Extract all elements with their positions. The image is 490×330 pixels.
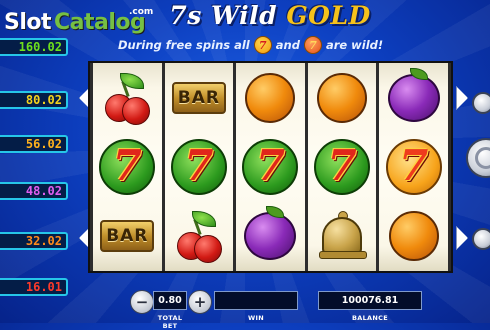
green-seven-symbol: 7	[98, 138, 156, 196]
balance-label: BALANCE	[352, 314, 388, 322]
reel-5: 7	[379, 63, 448, 271]
reel-3: 7	[236, 63, 305, 271]
orange-symbol	[241, 69, 299, 127]
total-bet-label: TOTAL BET	[157, 314, 183, 330]
payline-value-text: 80.02	[25, 93, 62, 107]
menu-button[interactable]	[472, 228, 490, 250]
payline-value: 160.02	[0, 38, 68, 56]
total-bet-value: 0.80	[153, 291, 187, 310]
cherry-symbol	[170, 207, 228, 265]
plum-symbol	[385, 67, 443, 127]
game-title-gold: GOLD	[286, 1, 371, 30]
plum-symbol	[241, 206, 299, 265]
balance-value: 100076.81	[318, 291, 422, 310]
game-title-main: 7s Wild	[169, 1, 278, 30]
free-spins-note: During free spins all 7 and 7 are wild!	[118, 36, 430, 54]
green-seven-symbol: 7	[241, 138, 299, 196]
payline-value: 56.02	[0, 135, 68, 153]
payline-value-text: 48.02	[25, 184, 62, 198]
orange-symbol	[313, 69, 371, 127]
watermark-com-text: .com	[129, 7, 154, 17]
reels-area: 7 BAR BAR 7 7 7 7	[88, 61, 453, 273]
spin-icon	[475, 147, 490, 169]
cherry-symbol	[98, 69, 156, 127]
orange-symbol	[385, 207, 443, 265]
reel-1: 7 BAR	[93, 63, 162, 271]
bell-symbol	[313, 207, 371, 265]
control-bar: − 0.80 + TOTAL BET WIN 100076.81 BALANCE	[0, 284, 490, 330]
autoplay-button[interactable]	[472, 92, 490, 114]
green-seven-icon: 7	[253, 36, 272, 54]
payline-value: 32.02	[0, 232, 68, 250]
free-spins-note-middle: and	[275, 38, 300, 52]
payline-value: 48.02	[0, 182, 68, 200]
win-label: WIN	[248, 314, 264, 322]
payline-value: 80.02	[0, 91, 68, 109]
slotcatalog-watermark: Slot Catalog .com	[4, 4, 164, 38]
payline-value-text: 160.02	[18, 40, 62, 54]
watermark-slot-text: Slot	[4, 10, 52, 35]
green-seven-symbol: 7	[313, 138, 371, 196]
bar-symbol: BAR	[170, 69, 228, 127]
game-title: 7s Wild GOLD	[165, 1, 375, 30]
reel-2: BAR 7	[164, 63, 234, 271]
bet-increase-button[interactable]: +	[188, 290, 212, 314]
payline-value-text: 32.02	[25, 234, 62, 248]
bar-symbol: BAR	[98, 207, 156, 265]
payline-value-text: 56.02	[25, 137, 62, 151]
win-value	[214, 291, 298, 310]
bet-decrease-button[interactable]: −	[130, 290, 154, 314]
reel-4: 7	[307, 63, 377, 271]
free-spins-note-before: During free spins all	[118, 38, 250, 52]
orange-seven-symbol: 7	[385, 138, 443, 196]
orange-seven-icon: 7	[303, 36, 322, 54]
green-seven-symbol: 7	[170, 138, 228, 196]
free-spins-note-after: are wild!	[325, 38, 384, 52]
